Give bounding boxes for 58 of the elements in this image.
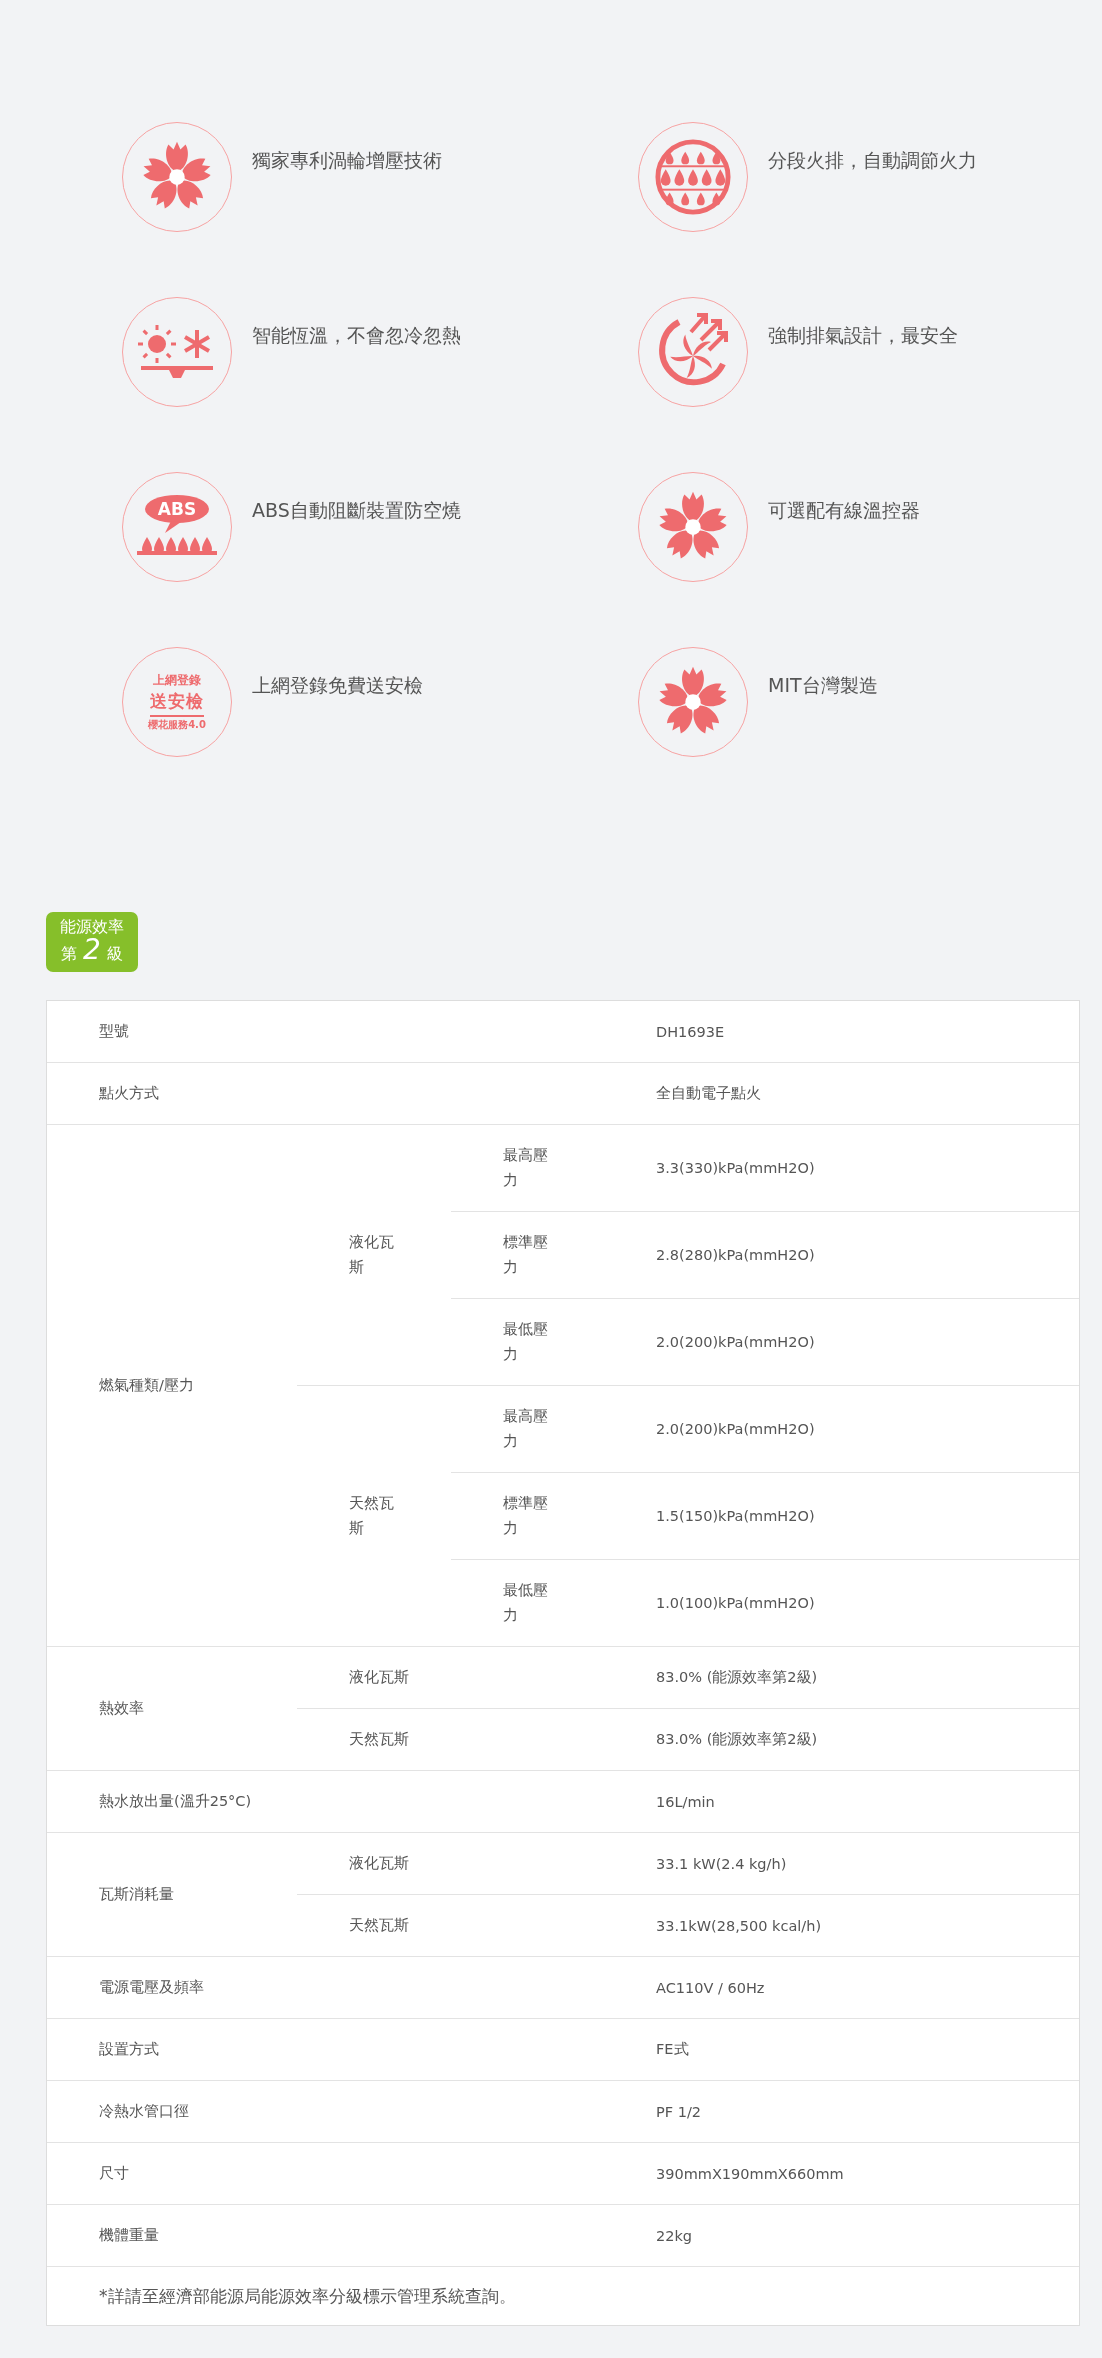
feature-text: 上網登錄免費送安檢 (252, 673, 423, 698)
spec-sublabel: 天然瓦斯 (349, 1494, 395, 1538)
spec-sublabel: 最低壓力 (503, 1320, 549, 1364)
feature-text: 可選配有線溫控器 (768, 498, 920, 523)
spec-label: 機體重量 (99, 2227, 159, 2243)
spec-sublabel: 液化瓦斯 (349, 1233, 395, 1277)
spec-sublabel: 最低壓力 (503, 1581, 549, 1625)
feature-text: 分段火排，自動調節火力 (768, 148, 977, 173)
spec-value: AC110V / 60Hz (656, 1979, 765, 1996)
spec-sublabel: 天然瓦斯 (349, 1917, 409, 1933)
spec-value: 33.1kW(28,500 kcal/h) (656, 1917, 822, 1934)
spec-sublabel: 液化瓦斯 (349, 1669, 409, 1685)
spec-value: 1.0(100)kPa(mmH2O) (656, 1595, 815, 1611)
spec-value: 1.5(150)kPa(mmH2O) (656, 1508, 815, 1524)
spec-value: 2.0(200)kPa(mmH2O) (656, 1334, 815, 1350)
footnote: *詳請至經濟部能源局能源效率分級標示管理系統查詢。 (99, 2285, 516, 2306)
spec-value: 390mmX190mmX660mm (656, 2165, 844, 2182)
spec-sublabel: 天然瓦斯 (349, 1731, 409, 1747)
spec-sublabel: 最高壓力 (503, 1146, 549, 1190)
water-drops-icon (654, 138, 732, 216)
spec-sublabel: 標準壓力 (503, 1233, 549, 1277)
spec-value: FE式 (656, 2041, 689, 2057)
spec-value: 2.8(280)kPa(mmH2O) (656, 1247, 815, 1263)
badge-title: 能源效率 (60, 917, 124, 937)
stamp-text: 櫻花服務4.0 (148, 718, 206, 732)
spec-value: 16L/min (656, 1793, 715, 1810)
spec-label: 型號 (99, 1023, 129, 1039)
spec-value: PF 1/2 (656, 2103, 702, 2120)
badge-prefix: 第 (61, 943, 78, 965)
spec-value: 83.0% (能源效率第2級) (656, 1731, 818, 1747)
spec-label: 冷熱水管口徑 (99, 2103, 189, 2119)
spec-label: 設置方式 (99, 2041, 159, 2057)
spec-label: 熱水放出量(溫升25°C) (99, 1793, 252, 1809)
spec-value: DH1693E (656, 1023, 725, 1040)
spec-label: 尺寸 (99, 2165, 129, 2181)
spec-sublabel: 標準壓力 (503, 1494, 549, 1538)
feature-text: 獨家專利渦輪增壓技術 (252, 148, 442, 173)
spec-label: 電源電壓及頻率 (99, 1979, 204, 1995)
feature-text: 強制排氣設計，最安全 (768, 323, 958, 348)
stamp-text: 上網登錄 (153, 672, 201, 689)
spec-value: 3.3(330)kPa(mmH2O) (656, 1160, 815, 1176)
feature-text: 智能恆溫，不會忽冷忽熱 (252, 323, 461, 348)
feature-text: MIT台灣製造 (768, 673, 878, 698)
spec-value: 2.0(200)kPa(mmH2O) (656, 1421, 815, 1437)
feature-text: ABS自動阻斷裝置防空燒 (252, 498, 461, 523)
spec-value: 33.1 kW(2.4 kg/h) (656, 1855, 787, 1872)
spec-sublabel: 最高壓力 (503, 1407, 549, 1451)
spec-label: 瓦斯消耗量 (99, 1886, 174, 1902)
spec-label: 點火方式 (99, 1085, 159, 1101)
spec-value: 22kg (656, 2227, 693, 2244)
spec-sublabel: 液化瓦斯 (349, 1855, 409, 1871)
spec-value: 83.0% (能源效率第2級) (656, 1669, 818, 1685)
spec-label: 燃氣種類/壓力 (99, 1377, 194, 1393)
stamp-text: 送安檢 (150, 690, 204, 717)
spec-value: 全自動電子點火 (656, 1085, 761, 1101)
spec-label: 熱效率 (99, 1700, 144, 1716)
badge-suffix: 級 (106, 943, 123, 965)
badge-grade: 2 (83, 937, 101, 963)
